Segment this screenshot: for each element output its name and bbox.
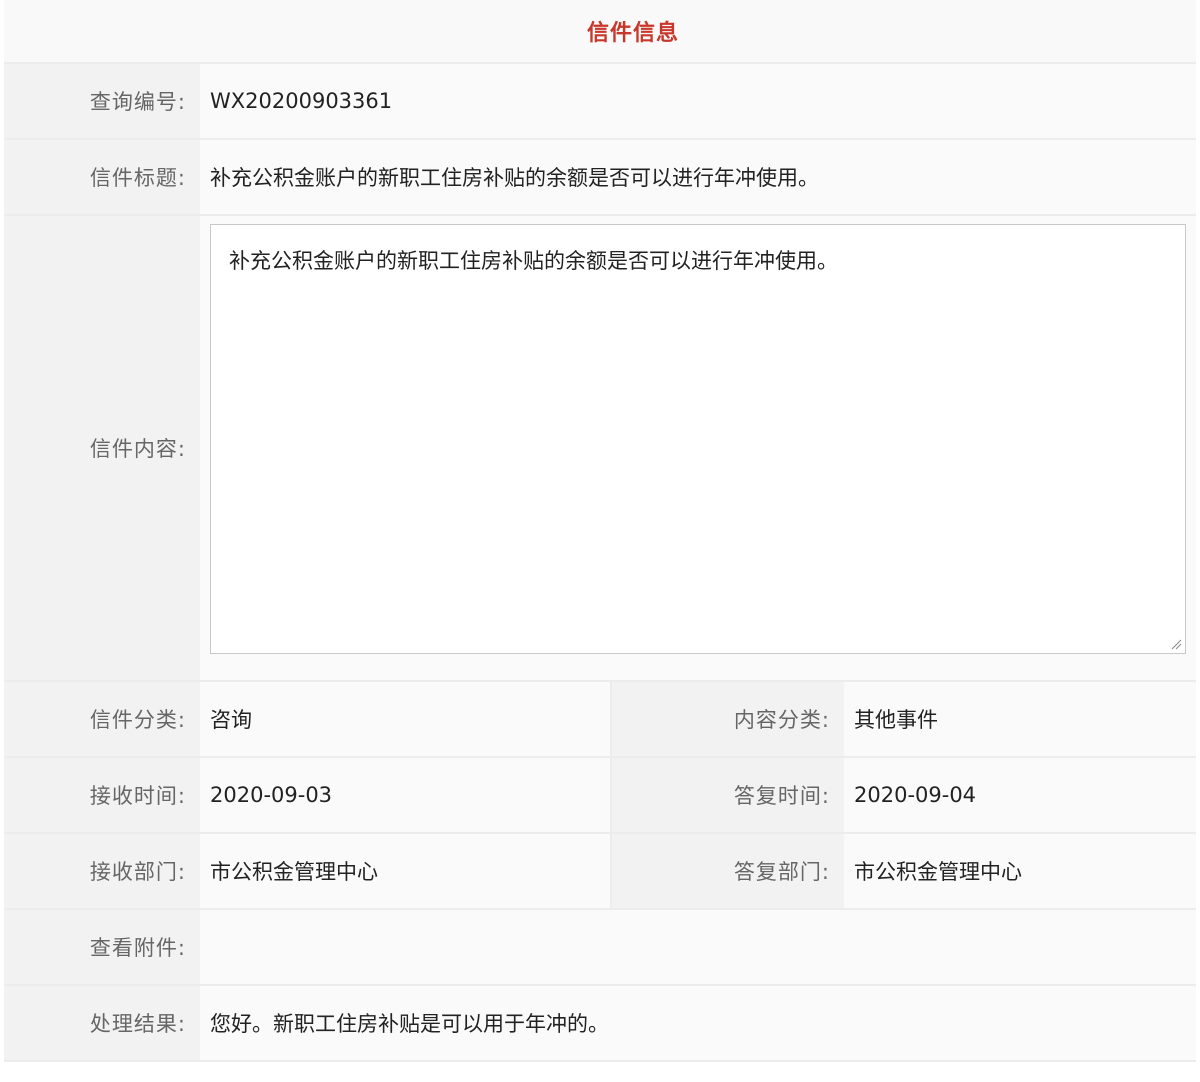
result-label: 处理结果: [4, 986, 200, 1060]
letter-content-label: 信件内容: [4, 216, 200, 680]
row-departments: 接收部门: 市公积金管理中心 答复部门: 市公积金管理中心 [4, 834, 1196, 910]
letter-category-value: 咨询 [200, 682, 610, 756]
attachments-value [200, 910, 1196, 984]
content-category-label: 内容分类: [610, 682, 844, 756]
receive-time-label: 接收时间: [4, 758, 200, 832]
panel-title: 信件信息 [586, 21, 679, 46]
reply-dept-label: 答复部门: [610, 834, 844, 908]
letter-info-panel: 信件信息 查询编号: WX20200903361 信件标题: 补充公积金账户的新… [4, 0, 1196, 1082]
letter-content-text: 补充公积金账户的新职工住房补贴的余额是否可以进行年冲使用。 [229, 249, 838, 273]
row-result: 处理结果: 您好。新职工住房补贴是可以用于年冲的。 [4, 986, 1196, 1062]
reply-time-label: 答复时间: [610, 758, 844, 832]
row-query-no: 查询编号: WX20200903361 [4, 64, 1196, 140]
receive-time-value: 2020-09-03 [200, 758, 610, 832]
result-value: 您好。新职工住房补贴是可以用于年冲的。 [200, 986, 1196, 1060]
resize-grip-icon[interactable] [1170, 638, 1182, 650]
row-times: 接收时间: 2020-09-03 答复时间: 2020-09-04 [4, 758, 1196, 834]
letter-content-textarea[interactable]: 补充公积金账户的新职工住房补贴的余额是否可以进行年冲使用。 [210, 224, 1186, 654]
query-no-label: 查询编号: [4, 64, 200, 138]
row-categories: 信件分类: 咨询 内容分类: 其他事件 [4, 682, 1196, 758]
letter-category-label: 信件分类: [4, 682, 200, 756]
reply-time-value: 2020-09-04 [844, 758, 1196, 832]
row-letter-title: 信件标题: 补充公积金账户的新职工住房补贴的余额是否可以进行年冲使用。 [4, 140, 1196, 216]
reply-dept-value: 市公积金管理中心 [844, 834, 1196, 908]
letter-title-label: 信件标题: [4, 140, 200, 214]
content-category-value: 其他事件 [844, 682, 1196, 756]
receive-dept-label: 接收部门: [4, 834, 200, 908]
row-letter-content: 信件内容: 补充公积金账户的新职工住房补贴的余额是否可以进行年冲使用。 [4, 216, 1196, 682]
letter-title-value: 补充公积金账户的新职工住房补贴的余额是否可以进行年冲使用。 [200, 140, 1196, 214]
attachments-label: 查看附件: [4, 910, 200, 984]
panel-header: 信件信息 [4, 0, 1196, 64]
letter-content-cell: 补充公积金账户的新职工住房补贴的余额是否可以进行年冲使用。 [200, 216, 1196, 680]
query-no-value: WX20200903361 [200, 64, 1196, 138]
receive-dept-value: 市公积金管理中心 [200, 834, 610, 908]
row-attachments: 查看附件: [4, 910, 1196, 986]
